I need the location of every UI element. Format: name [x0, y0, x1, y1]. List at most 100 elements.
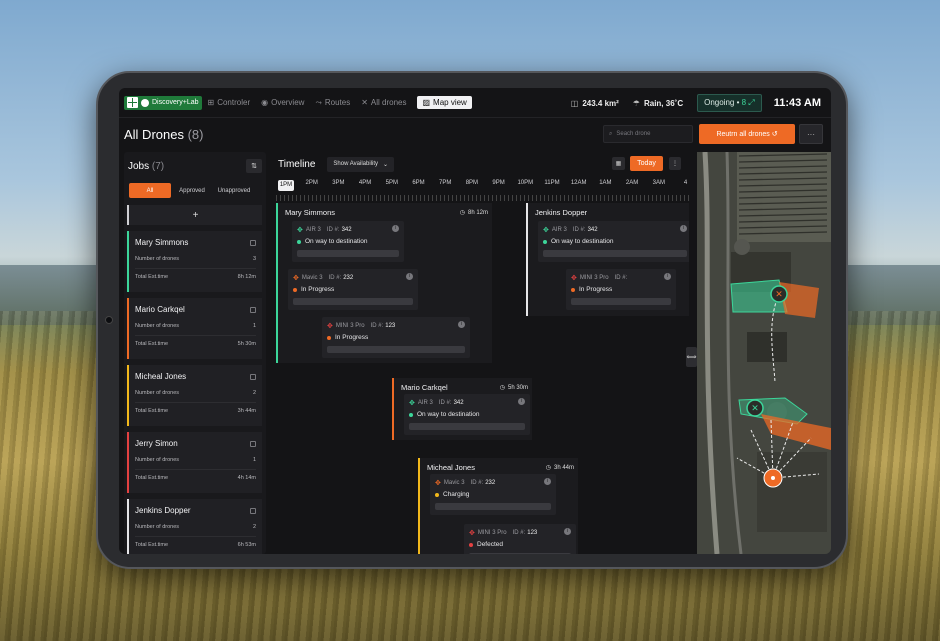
drone-card[interactable]: ✥ Mavic 3 ID #: 232 i In Progress [288, 269, 418, 310]
hour-label: 2AM [625, 180, 639, 186]
info-icon[interactable]: i [680, 225, 687, 232]
availability-dropdown[interactable]: Show Availability ⌄ [327, 156, 395, 172]
drone-marker-green[interactable]: ✕ [770, 285, 788, 303]
satellite-map[interactable]: ✕ ✕ [697, 152, 831, 554]
svg-text:✕: ✕ [751, 404, 759, 414]
calendar-button[interactable]: ▦ [612, 157, 625, 170]
job-drones-label: Number of drones [135, 524, 180, 530]
info-icon[interactable]: i [564, 528, 571, 535]
drone-icon: ✥ [409, 400, 415, 407]
timeline-more-button[interactable]: ⋮ [669, 157, 681, 170]
drone-model: AIR 3 [305, 227, 321, 233]
drone-id-label: ID #: [328, 275, 342, 281]
map-resize-handle[interactable]: ⟺ [686, 347, 697, 367]
filter-unapproved[interactable]: Unapproved [213, 183, 255, 198]
map-panel[interactable]: ✕ ✕ [697, 152, 831, 554]
job-drones-row: Number of drones 2 [135, 524, 256, 530]
nav-item-controler[interactable]: ⊞ Controler [208, 98, 251, 107]
camera-dot [105, 316, 113, 324]
job-drones-value: 1 [252, 457, 256, 463]
nav-item-all-drones[interactable]: ✕ All drones [361, 98, 406, 107]
timeline-title: Timeline [278, 158, 316, 170]
job-time-row: Total Est.time 8h 12m [135, 268, 256, 280]
drone-marker-green-2[interactable]: ✕ [746, 399, 764, 417]
block-duration-value: 3h 44m [553, 464, 574, 471]
drone-id-value: 232 [485, 480, 496, 486]
drone-status-text: On way to destination [305, 238, 368, 245]
sort-button[interactable]: ⇅ [246, 159, 262, 173]
job-card[interactable]: Mario Carkqel Number of drones 1 Total Est.… [127, 298, 262, 359]
return-all-drones-button[interactable]: Reutrn all drones ↺ [699, 124, 795, 144]
nav-item-overview[interactable]: ◉ Overview [261, 98, 304, 107]
job-card-header: Micheal Jones [135, 372, 256, 381]
brand-logo[interactable]: Discovery+Lab [124, 95, 202, 110]
job-checkbox[interactable] [250, 239, 256, 246]
more-options-button[interactable]: ··· [799, 124, 823, 144]
info-icon[interactable]: i [544, 478, 551, 485]
drone-marker-orange[interactable] [763, 468, 783, 488]
job-drones-value: 2 [252, 524, 256, 530]
hour-label: 12AM [570, 180, 587, 186]
drone-card[interactable]: ✥ MINI 3 Pro ID #: i In Progress [566, 269, 676, 310]
drone-card-header: ✥ MINI 3 Pro ID #: 123 [327, 322, 465, 330]
info-icon[interactable]: i [458, 321, 465, 328]
schedule-block[interactable]: Micheal Jones ◷ 3h 44m ✥ Mavic 3 ID #: 232 i Cha… [418, 458, 578, 554]
info-icon[interactable]: i [406, 273, 413, 280]
block-duration-value: 8h 12m [467, 209, 488, 216]
job-card[interactable]: Jerry Simon Number of drones 1 Total Est.ti… [127, 432, 262, 493]
job-drones-label: Number of drones [135, 256, 180, 262]
search-input[interactable]: ⌕ Seach drone [603, 125, 693, 143]
nav-item-routes[interactable]: ⤳ Routes [315, 98, 350, 108]
ongoing-badge[interactable]: Ongoing • 8 ⤢ [697, 94, 762, 112]
job-time-value: 3h 44m [237, 408, 256, 414]
schedule-block[interactable]: Mary Simmons ◷ 8h 12m ✥ AIR 3 ID #: 342 i On way… [276, 203, 492, 363]
filter-approved[interactable]: Approved [171, 183, 213, 198]
progress-bar [409, 423, 525, 430]
job-card[interactable]: Mary Simmons Number of drones 3 Total Est.t… [127, 231, 262, 292]
drone-card[interactable]: ✥ MINI 3 Pro ID #: 123 i Defected [464, 524, 576, 554]
job-checkbox[interactable] [250, 306, 256, 313]
info-icon[interactable]: i [664, 273, 671, 280]
job-checkbox[interactable] [250, 440, 256, 447]
top-bar: Discovery+Lab ⊞ Controler ◉ Overview ⤳ Rout… [119, 88, 831, 118]
drone-card[interactable]: ✥ AIR 3 ID #: 342 i On way to destination [538, 221, 689, 262]
info-icon[interactable]: i [392, 225, 399, 232]
drag-handle-icon: ⟺ [686, 354, 697, 361]
job-card[interactable]: Micheal Jones Number of drones 2 Total Est.… [127, 365, 262, 426]
job-drones-label: Number of drones [135, 457, 180, 463]
schedule-block[interactable]: Jenkins Dopper ✥ AIR 3 ID #: 342 i On way to d… [526, 203, 689, 316]
job-card[interactable]: Jenkins Dopper Number of drones 2 Total Est… [127, 499, 262, 554]
add-job-button[interactable]: + [127, 205, 262, 225]
job-drones-value: 1 [252, 323, 256, 329]
job-time-value: 4h 14m [237, 475, 256, 481]
job-name: Jerry Simon [135, 439, 178, 448]
block-duration: ◷ 3h 44m [546, 464, 574, 472]
job-drones-row: Number of drones 2 [135, 390, 256, 396]
schedule-block[interactable]: Mario Carkqel ◷ 5h 30m ✥ AIR 3 ID #: 342 i On wa… [392, 378, 532, 440]
drone-card[interactable]: ✥ AIR 3 ID #: 342 i On way to destination [292, 221, 404, 262]
drone-card[interactable]: ✥ Mavic 3 ID #: 232 i Charging [430, 474, 556, 515]
block-header: Mario Carkqel ◷ 5h 30m [394, 378, 532, 392]
drone-card[interactable]: ✥ AIR 3 ID #: 342 i On way to destination [404, 394, 530, 435]
block-duration-value: 5h 30m [507, 384, 528, 391]
progress-bar [469, 553, 571, 554]
chevron-down-icon: ⌄ [383, 161, 389, 168]
today-button[interactable]: Today [630, 156, 663, 171]
nav-item-map-view[interactable]: ▨ Map view [417, 96, 472, 109]
status-dot [543, 239, 547, 244]
job-checkbox[interactable] [250, 373, 256, 380]
sort-icon: ⇅ [251, 163, 257, 170]
block-job-name: Mario Carkqel [401, 383, 448, 392]
clock-icon: ◷ [459, 210, 465, 216]
drone-card-header: ✥ Mavic 3 ID #: 232 [293, 274, 413, 282]
job-drones-row: Number of drones 1 [135, 323, 256, 329]
block-job-name: Jenkins Dopper [535, 208, 588, 217]
drone-card[interactable]: ✥ MINI 3 Pro ID #: 123 i In Progress [322, 317, 470, 358]
filter-all[interactable]: All [129, 183, 171, 198]
job-time-row: Total Est.time 4h 14m [135, 469, 256, 481]
time-ruler [276, 195, 689, 201]
info-icon[interactable]: i [518, 398, 525, 405]
job-checkbox[interactable] [250, 507, 256, 514]
drone-card-header: ✥ AIR 3 ID #: 342 [409, 399, 525, 407]
status-dot [327, 335, 331, 340]
